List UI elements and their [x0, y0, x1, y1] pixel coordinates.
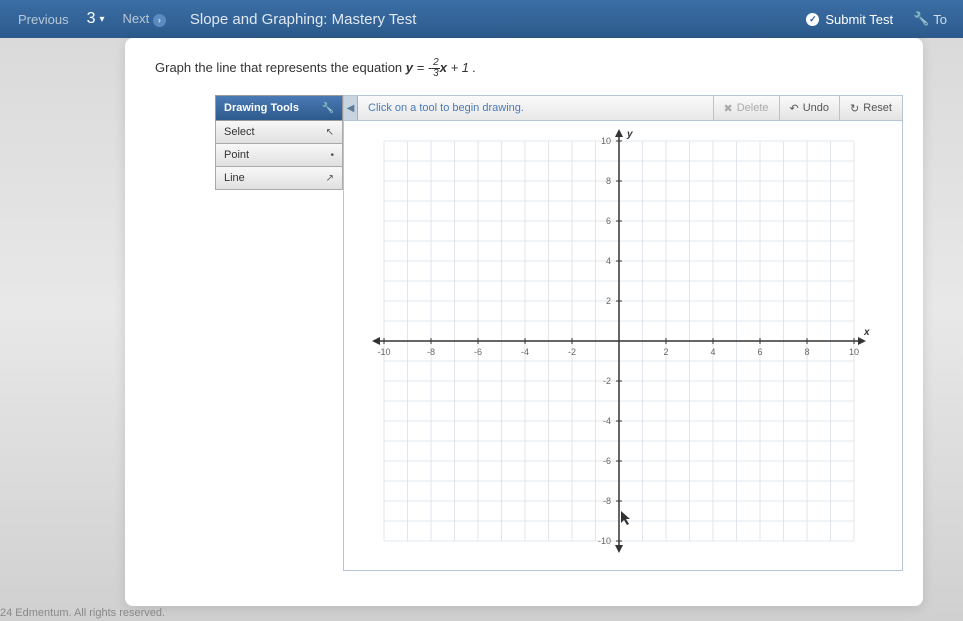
next-button[interactable]: Next › — [113, 11, 176, 27]
svg-text:y: y — [626, 129, 633, 140]
coordinate-grid: -10 -8 -6 -4 -2 2 4 6 8 10 -10 -8 -6 -4 -2 2 4 6 8 10 y x — [344, 121, 884, 571]
tool-line[interactable]: Line ↗ — [215, 167, 343, 190]
svg-text:-2: -2 — [603, 376, 611, 386]
instruction-bar: ◀ Click on a tool to begin drawing. ✖ De… — [343, 95, 903, 121]
svg-text:-10: -10 — [377, 347, 390, 357]
eq-denominator: 3 — [432, 69, 440, 79]
top-bar: Previous 3 ▾ Next › Slope and Graphing: … — [0, 0, 963, 38]
delete-label: Delete — [737, 102, 769, 114]
svg-text:10: 10 — [601, 136, 611, 146]
svg-text:x: x — [863, 327, 870, 338]
svg-text:-6: -6 — [603, 456, 611, 466]
previous-button[interactable]: Previous — [8, 12, 79, 27]
svg-text:-4: -4 — [521, 347, 529, 357]
point-icon: • — [330, 150, 334, 161]
tools-header-label: Drawing Tools — [224, 102, 299, 114]
submit-test-button[interactable]: ✓ Submit Test — [794, 12, 905, 27]
svg-text:10: 10 — [849, 347, 859, 357]
tools-header: Drawing Tools 🔧 — [215, 95, 343, 121]
question-prefix: Graph the line that represents the equat… — [155, 60, 406, 75]
eq-y: y — [406, 60, 413, 75]
equation: y = -23x + 1 . — [406, 60, 476, 75]
tools-panel: Drawing Tools 🔧 Select ↖ Point • Line ↗ — [215, 95, 343, 571]
question-number-dropdown[interactable]: 3 ▾ — [79, 10, 113, 28]
svg-text:8: 8 — [804, 347, 809, 357]
svg-text:6: 6 — [757, 347, 762, 357]
eq-eq: = - — [413, 60, 432, 75]
delete-button[interactable]: ✖ Delete — [713, 96, 779, 120]
graph-area[interactable]: -10 -8 -6 -4 -2 2 4 6 8 10 -10 -8 -6 -4 -2 2 4 6 8 10 y x — [343, 121, 903, 571]
svg-text:-10: -10 — [598, 536, 611, 546]
tool-select-label: Select — [224, 126, 255, 138]
svg-text:-6: -6 — [474, 347, 482, 357]
svg-text:4: 4 — [606, 256, 611, 266]
svg-text:-8: -8 — [427, 347, 435, 357]
next-arrow-icon: › — [153, 14, 166, 27]
svg-text:6: 6 — [606, 216, 611, 226]
tool-line-label: Line — [224, 172, 245, 184]
reset-icon: ↻ — [850, 102, 859, 115]
collapse-toggle[interactable]: ◀ — [344, 96, 358, 120]
eq-fraction: 23 — [432, 58, 440, 79]
svg-text:-4: -4 — [603, 416, 611, 426]
chevron-down-icon: ▾ — [99, 14, 104, 25]
graph-panel: ◀ Click on a tool to begin drawing. ✖ De… — [343, 95, 903, 571]
svg-text:2: 2 — [663, 347, 668, 357]
reset-label: Reset — [863, 102, 892, 114]
tool-point[interactable]: Point • — [215, 144, 343, 167]
cursor-icon: ↖ — [326, 127, 334, 138]
svg-text:2: 2 — [606, 296, 611, 306]
line-icon: ↗ — [326, 173, 334, 184]
workspace: Drawing Tools 🔧 Select ↖ Point • Line ↗ … — [155, 95, 903, 571]
question-text: Graph the line that represents the equat… — [155, 58, 903, 79]
undo-label: Undo — [803, 102, 829, 114]
svg-text:4: 4 — [710, 347, 715, 357]
submit-label: Submit Test — [825, 12, 893, 27]
main-panel: Graph the line that represents the equat… — [125, 38, 923, 606]
tool-point-label: Point — [224, 149, 249, 161]
check-icon: ✓ — [806, 13, 819, 26]
eq-x: x — [440, 60, 447, 75]
instruction-text: Click on a tool to begin drawing. — [358, 102, 713, 114]
tools-label: To — [933, 12, 947, 27]
tool-select[interactable]: Select ↖ — [215, 121, 343, 144]
page-title: Slope and Graphing: Mastery Test — [190, 11, 417, 28]
svg-text:8: 8 — [606, 176, 611, 186]
svg-text:-8: -8 — [603, 496, 611, 506]
wrench-icon: 🔧 — [913, 11, 929, 27]
wrench-icon: 🔧 — [322, 103, 334, 114]
undo-icon: ↶ — [790, 102, 799, 115]
svg-text:-2: -2 — [568, 347, 576, 357]
next-label: Next — [123, 11, 150, 26]
question-number: 3 — [87, 10, 96, 28]
footer: 24 Edmentum. All rights reserved. — [0, 607, 165, 619]
reset-button[interactable]: ↻ Reset — [839, 96, 902, 120]
delete-icon: ✖ — [724, 102, 733, 115]
eq-suffix: + 1 . — [447, 60, 476, 75]
tools-menu[interactable]: 🔧 To — [905, 11, 955, 27]
undo-button[interactable]: ↶ Undo — [779, 96, 840, 120]
